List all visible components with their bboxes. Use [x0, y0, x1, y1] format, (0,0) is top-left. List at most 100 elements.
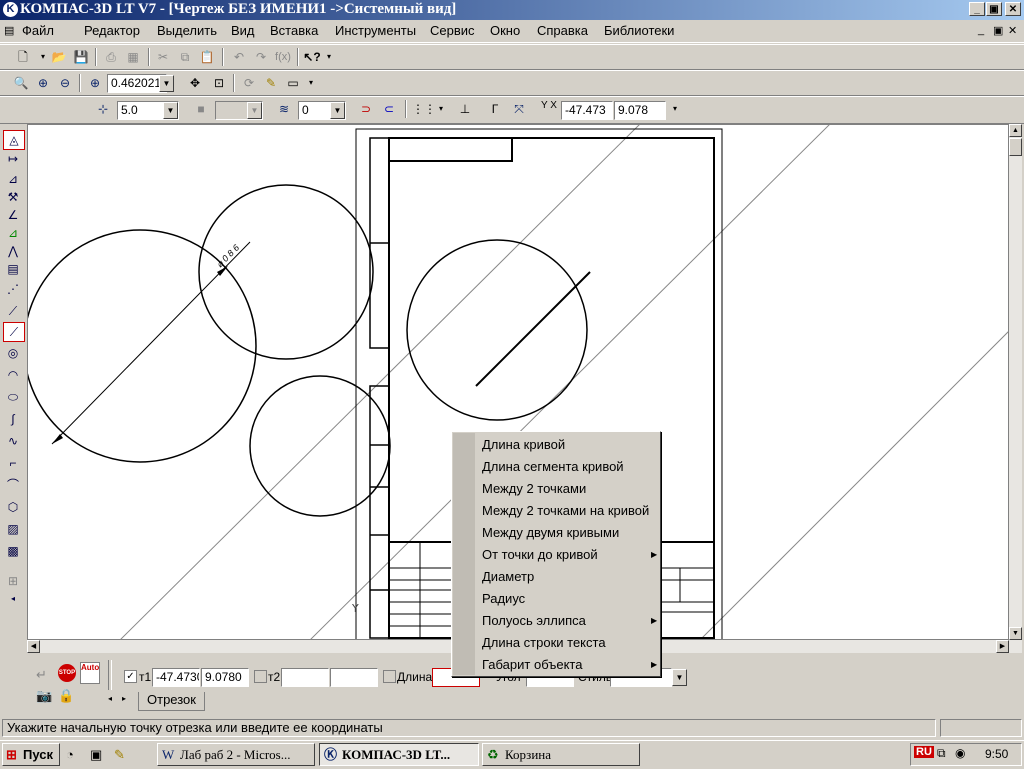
geometry-panel-icon[interactable]: ◬ — [3, 130, 25, 150]
layer-dropdown-button[interactable]: ▼ — [330, 102, 345, 119]
camera-icon[interactable]: 📷 — [36, 688, 52, 704]
dimensions-panel-icon[interactable]: ↦ — [3, 150, 23, 168]
copy-icon[interactable]: ⧉ — [176, 48, 194, 66]
fillet-tool-icon[interactable]: ⌒ — [3, 476, 23, 494]
open-file-icon[interactable]: 📂 — [50, 48, 68, 66]
cursor-y-field[interactable]: 9.078 — [614, 101, 666, 120]
network-icon[interactable]: ⧉ — [937, 746, 946, 761]
point-tool-icon[interactable]: ⋰ — [3, 280, 23, 298]
paste-icon[interactable]: 📋 — [198, 48, 216, 66]
scroll-right-button[interactable]: ▶ — [996, 640, 1009, 653]
line-style-dropdown-button[interactable]: ▼ — [672, 669, 687, 686]
scroll-down-button[interactable]: ▼ — [1009, 627, 1022, 640]
zoom-scale-icon[interactable]: ⊕ — [86, 74, 104, 92]
auto-create-button[interactable]: Auto — [80, 662, 100, 684]
menu-item-text-line-length[interactable]: Длина строки текста — [482, 635, 606, 650]
kompas-app-icon[interactable]: K — [3, 2, 18, 17]
restore-button[interactable]: ▣ — [986, 2, 1002, 16]
menu-help[interactable]: Справка — [537, 23, 588, 38]
redo-icon[interactable]: ↷ — [252, 48, 270, 66]
polyline-tool-icon[interactable]: ∿ — [3, 432, 23, 450]
menu-item-ellipse-semiaxis[interactable]: Полуось эллипса — [482, 613, 586, 628]
circle-tool-icon[interactable]: ◎ — [3, 344, 23, 362]
show-all-icon[interactable]: ⊡ — [210, 74, 228, 92]
menu-item-radius[interactable]: Радиус — [482, 591, 525, 606]
vertical-scrollbar[interactable]: ▲ ▼ — [1009, 124, 1022, 640]
chamfer-tool-icon[interactable]: ⌐ — [3, 454, 23, 472]
refresh-icon[interactable]: ⟳ — [240, 74, 258, 92]
circle-right[interactable] — [406, 239, 588, 421]
zoom-out-icon[interactable]: ⊖ — [56, 74, 74, 92]
menu-select[interactable]: Выделить — [157, 23, 217, 38]
tab-scroll-right-icon[interactable]: ▸ — [122, 694, 126, 703]
new-file-icon[interactable]: 🗋 — [14, 48, 32, 66]
macro-tool-icon[interactable]: ⊞ — [3, 572, 23, 590]
scroll-up-button[interactable]: ▲ — [1009, 124, 1022, 137]
t2-checkbox[interactable] — [254, 670, 267, 683]
menu-item-curve-segment-length[interactable]: Длина сегмента кривой — [482, 459, 624, 474]
fill-tool-icon[interactable]: ▩ — [3, 542, 23, 560]
grid-dropdown-icon[interactable]: ▾ — [432, 100, 450, 118]
start-button[interactable]: ⊞ Пуск — [2, 743, 60, 766]
spec-panel-icon[interactable]: ▤ — [3, 260, 23, 278]
quicklaunch-desktop-icon[interactable]: ▣ — [90, 747, 102, 763]
menu-tools[interactable]: Инструменты — [335, 23, 416, 38]
t2-y-field[interactable] — [330, 668, 378, 687]
doc-minimize-button[interactable]: _ — [978, 24, 984, 36]
quicklaunch-edit-icon[interactable]: ✎ — [114, 747, 125, 763]
ellipse-tool-icon[interactable]: ⬭ — [3, 388, 23, 406]
menu-file[interactable]: Файл — [22, 23, 54, 38]
local-cs-icon[interactable]: ⊥ — [456, 100, 474, 118]
snap-settings-icon[interactable]: ⊂ — [380, 100, 398, 118]
symbols-panel-icon[interactable]: ⊿ — [3, 170, 23, 188]
auxiliary-line-icon[interactable]: ⟋ — [3, 302, 23, 320]
preview-icon[interactable]: ▦ — [124, 48, 142, 66]
auxiliary-line[interactable] — [700, 331, 1009, 640]
circle-lower[interactable] — [249, 375, 391, 517]
t2-x-field[interactable] — [281, 668, 329, 687]
menu-item-point-to-curve[interactable]: От точки до кривой — [482, 547, 598, 562]
print-icon[interactable]: ⎙ — [102, 48, 120, 66]
save-icon[interactable]: 💾 — [72, 48, 90, 66]
scroll-left-button[interactable]: ◀ — [27, 640, 40, 653]
close-button[interactable]: ✕ — [1005, 2, 1021, 16]
menu-insert[interactable]: Вставка — [270, 23, 318, 38]
function-icon[interactable]: f(x) — [274, 48, 292, 66]
pan-icon[interactable]: ✥ — [186, 74, 204, 92]
minimize-button[interactable]: _ — [969, 2, 985, 16]
coords-dropdown-icon[interactable]: ▾ — [666, 100, 684, 118]
ortho-icon[interactable]: Γ — [486, 100, 504, 118]
measure-panel-icon[interactable]: ⊿ — [3, 224, 23, 242]
length-checkbox[interactable] — [383, 670, 396, 683]
redraw-icon[interactable]: ✎ — [262, 74, 280, 92]
help-pointer-icon[interactable]: ↖? — [303, 48, 321, 66]
menu-item-diameter[interactable]: Диаметр — [482, 569, 534, 584]
zoom-window-icon[interactable]: 🔍 — [12, 74, 30, 92]
display-mode-dropdown-icon[interactable]: ▾ — [302, 74, 320, 92]
create-object-icon[interactable]: ↵ — [36, 667, 47, 683]
doc-restore-button[interactable]: ▣ — [993, 24, 1003, 37]
display-mode-icon[interactable]: ▭ — [284, 74, 302, 92]
t1-checkbox[interactable]: ✓ — [124, 670, 137, 683]
lock-icon[interactable]: 🔒 — [58, 688, 74, 704]
style-dropdown-button[interactable]: ▼ — [247, 102, 262, 119]
style-icon[interactable]: ■ — [192, 100, 210, 118]
menu-window[interactable]: Окно — [490, 23, 520, 38]
step-icon[interactable]: ⊹ — [94, 100, 112, 118]
circle-upper[interactable] — [198, 184, 374, 360]
stop-button[interactable]: STOP — [58, 664, 76, 682]
layer-icon[interactable]: ≋ — [275, 100, 293, 118]
toolbar-scroll-icon[interactable]: ◂ — [3, 590, 23, 608]
grid-icon[interactable]: ⋮⋮ — [412, 100, 436, 118]
menu-item-between-two-curves[interactable]: Между двумя кривыми — [482, 525, 619, 540]
doc-close-button[interactable]: ✕ — [1008, 24, 1017, 37]
polygon-tool-icon[interactable]: ⬡ — [3, 498, 23, 516]
edit-panel-icon[interactable]: ⚒ — [3, 188, 23, 206]
language-indicator[interactable]: RU — [914, 746, 934, 758]
document-icon[interactable]: ▤ — [4, 24, 14, 37]
select-panel-icon[interactable]: ⋀ — [3, 242, 23, 260]
vertical-scroll-thumb[interactable] — [1009, 138, 1022, 156]
cursor-coords-icon[interactable]: ⤧ — [510, 100, 528, 118]
menu-libraries[interactable]: Библиотеки — [604, 23, 674, 38]
zoom-in-icon[interactable]: ⊕ — [34, 74, 52, 92]
